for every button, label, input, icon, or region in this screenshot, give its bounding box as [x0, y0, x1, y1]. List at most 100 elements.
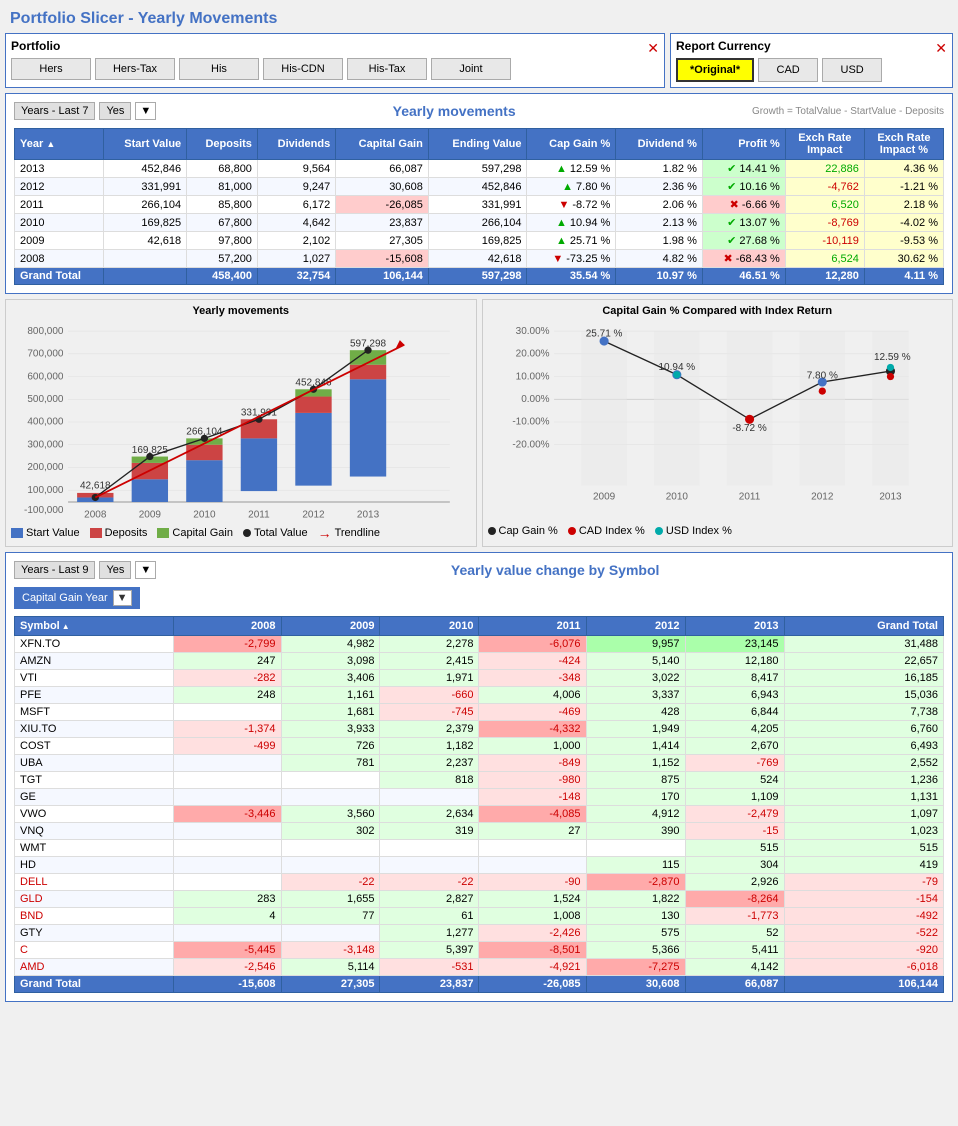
legend-cap-gain: Cap Gain % [488, 525, 558, 537]
cell-v2013: 4,205 [685, 721, 784, 738]
row-capgain-pct: ▼ -73.25 % [527, 250, 616, 268]
portfolio-close-icon[interactable]: ✕ [647, 40, 659, 57]
cell-total: 6,760 [784, 721, 943, 738]
th-start-value: Start Value [103, 129, 187, 160]
cell-v2008 [174, 755, 281, 772]
th-cap-gain: Capital Gain [336, 129, 429, 160]
row-dividends: 9,247 [257, 178, 335, 196]
cell-v2008: -5,445 [174, 942, 281, 959]
svg-text:2009: 2009 [592, 491, 615, 502]
cell-v2013: 23,145 [685, 636, 784, 653]
cell-v2008 [174, 857, 281, 874]
symbol-name: WMT [15, 840, 174, 857]
cell-v2013: -15 [685, 823, 784, 840]
svg-text:10.94 %: 10.94 % [658, 362, 695, 373]
portfolio-btn-his[interactable]: His [179, 58, 259, 80]
dot-2010 [201, 435, 208, 442]
cg-year-dropdown[interactable]: ▼ [113, 590, 132, 606]
cell-v2011: -849 [479, 755, 586, 772]
symbol-name: GE [15, 789, 174, 806]
symbol-name: C [15, 942, 174, 959]
cell-v2009: 1,681 [281, 704, 380, 721]
cell-total: 2,552 [784, 755, 943, 772]
cell-v2013: 2,926 [685, 874, 784, 891]
cell-v2011: -980 [479, 772, 586, 789]
row-div-pct: 1.82 % [616, 160, 703, 178]
portfolio-btn-his-cdn[interactable]: His-CDN [263, 58, 343, 80]
cell-v2010: 2,237 [380, 755, 479, 772]
years-label: Years - Last 7 [14, 102, 95, 120]
cell-v2013: 524 [685, 772, 784, 789]
row-start: 266,104 [103, 196, 187, 214]
cell-v2009: 3,098 [281, 653, 380, 670]
row-start: 42,618 [103, 232, 187, 250]
row-ending: 452,846 [428, 178, 527, 196]
total-capgain: 106,144 [336, 268, 429, 285]
grand-total-v2011: -26,085 [479, 976, 586, 993]
row-exch-pct: -1.21 % [864, 178, 943, 196]
symbol-name: MSFT [15, 704, 174, 721]
legend-trendline-arrow: → [318, 525, 332, 541]
page-title: Portfolio Slicer - Yearly Movements [5, 5, 953, 33]
cell-v2009: 3,933 [281, 721, 380, 738]
yes-label: Yes [99, 102, 131, 120]
legend-capgain-label: Capital Gain [172, 527, 233, 539]
svg-text:-10.00%: -10.00% [512, 417, 549, 428]
row-exch: 22,886 [785, 160, 864, 178]
cell-v2011: -348 [479, 670, 586, 687]
cell-v2012: -2,870 [586, 874, 685, 891]
currency-btn-cad[interactable]: CAD [758, 58, 818, 82]
cell-v2012: 1,822 [586, 891, 685, 908]
legend-cad-label: CAD Index % [579, 525, 645, 537]
row-ending: 597,298 [428, 160, 527, 178]
row-exch: -8,769 [785, 214, 864, 232]
th-div-pct: Dividend % [616, 129, 703, 160]
cell-v2012: 390 [586, 823, 685, 840]
cell-total: 22,657 [784, 653, 943, 670]
svg-text:20.00%: 20.00% [515, 349, 549, 360]
cell-total: 15,036 [784, 687, 943, 704]
portfolio-btn-hers[interactable]: Hers [11, 58, 91, 80]
row-start: 169,825 [103, 214, 187, 232]
row-exch: 6,520 [785, 196, 864, 214]
legend-deposits-box [90, 528, 102, 538]
years-dropdown[interactable]: ▼ [135, 102, 156, 120]
currency-btn-usd[interactable]: USD [822, 58, 882, 82]
row-div-pct: 4.82 % [616, 250, 703, 268]
legend-cad-index: CAD Index % [568, 525, 645, 537]
currency-btn-original[interactable]: *Original* [676, 58, 754, 82]
currency-close-icon[interactable]: ✕ [935, 40, 947, 57]
cell-v2011: -148 [479, 789, 586, 806]
cell-v2013: -1,773 [685, 908, 784, 925]
symbol-name: VWO [15, 806, 174, 823]
row-exch: 6,524 [785, 250, 864, 268]
cell-total: 1,097 [784, 806, 943, 823]
symbol-table: Symbol ▲ 2008 2009 2010 2011 2012 2013 G… [14, 616, 944, 993]
cell-v2011: 1,000 [479, 738, 586, 755]
portfolio-btn-joint[interactable]: Joint [431, 58, 511, 80]
symbol-years-dropdown[interactable]: ▼ [135, 561, 156, 579]
row-capgain-pct: ▲ 10.94 % [527, 214, 616, 232]
th-2010: 2010 [380, 617, 479, 636]
row-deposits: 67,800 [187, 214, 258, 232]
cell-v2010: 1,971 [380, 670, 479, 687]
legend-cad-dot [568, 527, 576, 535]
legend-deposits-label: Deposits [105, 527, 148, 539]
row-year: 2010 [15, 214, 104, 232]
cell-v2010: 2,415 [380, 653, 479, 670]
portfolio-btn-hers-tax[interactable]: Hers-Tax [95, 58, 175, 80]
row-profit-pct: ✔ 13.07 % [702, 214, 785, 232]
legend-cap-gain-label: Cap Gain % [499, 525, 558, 537]
symbol-name: GLD [15, 891, 174, 908]
legend-capgain: Capital Gain [157, 527, 233, 539]
grand-total-label: Grand Total [15, 976, 174, 993]
symbol-name: XIU.TO [15, 721, 174, 738]
cell-v2008: 248 [174, 687, 281, 704]
row-ending: 331,991 [428, 196, 527, 214]
row-dividends: 6,172 [257, 196, 335, 214]
row-capgain: 30,608 [336, 178, 429, 196]
portfolio-btn-his-tax[interactable]: His-Tax [347, 58, 427, 80]
cell-v2009: 5,114 [281, 959, 380, 976]
legend-usd-dot [655, 527, 663, 535]
yearly-movements-table: Year ▲ Start Value Deposits Dividends Ca… [14, 128, 944, 285]
